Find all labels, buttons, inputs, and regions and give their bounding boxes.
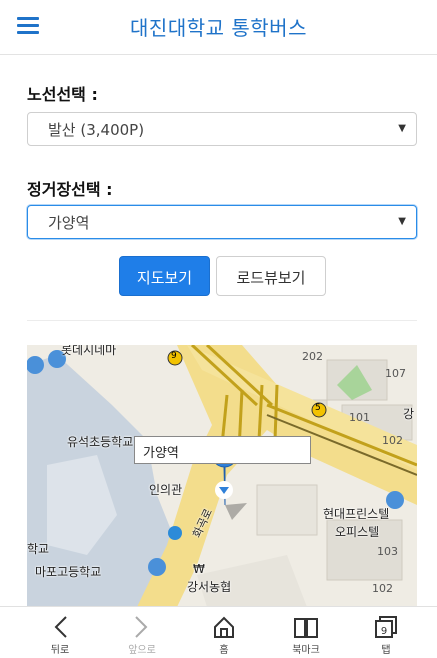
- bookmark-button[interactable]: 북마크: [276, 607, 336, 658]
- browser-bottom-nav: 뒤로 앞으로 홈 북마크 9 탭: [0, 606, 437, 658]
- home-icon: [214, 616, 234, 638]
- map-place-label: 학교: [27, 542, 50, 556]
- map-view-button[interactable]: 지도보기: [119, 256, 210, 296]
- map-building-number: 107: [385, 367, 406, 380]
- roadview-button[interactable]: 로드뷰보기: [216, 256, 326, 296]
- route-shield-number: 9: [171, 351, 177, 361]
- map-place-label: 인의관: [149, 483, 183, 497]
- forward-button[interactable]: 앞으로: [112, 607, 172, 658]
- map-place-label: 유석초등학교: [67, 435, 134, 449]
- map-place-label: 현대프린스텔: [323, 507, 390, 521]
- stop-label: 정거장선택 :: [27, 180, 113, 199]
- tabs-button[interactable]: 9 탭: [356, 607, 416, 658]
- stop-select[interactable]: 가양역 ▼: [27, 205, 417, 239]
- route-shield-number: 5: [315, 403, 321, 413]
- won-sign-icon: ₩: [193, 562, 205, 576]
- map-building-number: 202: [302, 350, 323, 363]
- map-building-number: 103: [377, 545, 398, 558]
- forward-label: 앞으로: [128, 645, 156, 656]
- stop-selected-value: 가양역: [48, 214, 90, 232]
- route-select[interactable]: 발산 (3,400P) ▼: [27, 112, 417, 146]
- map-marker-callout: 가양역: [134, 436, 311, 464]
- app-header: 대진대학교 통학버스: [0, 0, 437, 55]
- home-button[interactable]: 홈: [194, 607, 254, 658]
- map-building-number: 102: [382, 434, 403, 447]
- map-place-label: 강서농협: [187, 580, 232, 594]
- divider: [27, 320, 417, 321]
- chevron-right-icon: [135, 616, 148, 638]
- map-building-number: 101: [349, 411, 370, 424]
- back-label: 뒤로: [50, 645, 70, 656]
- map-place-label: 롯데시네마: [61, 345, 117, 357]
- map-place-label: 강: [403, 407, 415, 421]
- tabs-icon: 9: [375, 616, 397, 638]
- map-building-number: 102: [372, 582, 393, 595]
- back-button[interactable]: 뒤로: [30, 607, 90, 658]
- book-icon: [294, 618, 318, 638]
- dropdown-caret-icon: ▼: [398, 123, 406, 134]
- map-view[interactable]: 롯데시네마 유석초등학교 인의관 강서농협 ₩ 마포고등학교 학교 현대프린스텔…: [27, 345, 417, 607]
- page-title: 대진대학교 통학버스: [130, 16, 307, 40]
- map-place-label: 오피스텔: [335, 525, 380, 539]
- tabs-label: 탭: [381, 645, 391, 656]
- tab-count: 9: [381, 626, 387, 637]
- map-place-label: 마포고등학교: [35, 565, 102, 579]
- route-selected-value: 발산 (3,400P): [48, 121, 145, 139]
- home-label: 홈: [219, 645, 229, 656]
- chevron-left-icon: [54, 616, 67, 638]
- dropdown-caret-icon: ▼: [398, 216, 406, 227]
- route-label: 노선선택 :: [27, 85, 98, 104]
- bookmark-label: 북마크: [292, 645, 320, 656]
